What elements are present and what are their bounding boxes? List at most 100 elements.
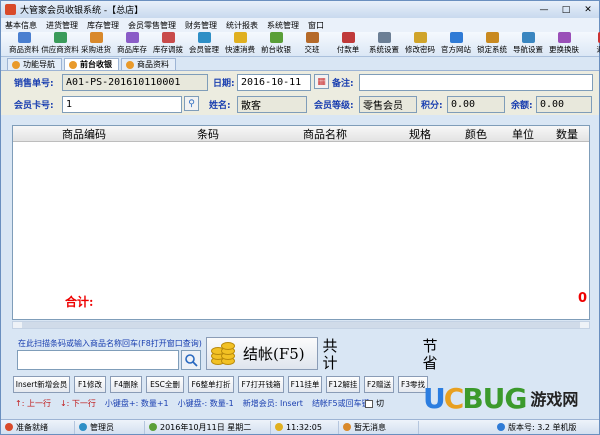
hint-down: ↓: 下一行 bbox=[59, 399, 96, 408]
menu-reports[interactable]: 统计报表 bbox=[226, 20, 258, 31]
checkout-label: 结帐(F5) bbox=[243, 345, 305, 363]
fkey-f11-hold[interactable]: F11挂单 bbox=[288, 376, 322, 393]
calendar-icon[interactable]: ▦ bbox=[314, 74, 329, 89]
toolbar-label: 官方网站 bbox=[441, 45, 471, 54]
menu-purchase[interactable]: 进货管理 bbox=[46, 20, 78, 31]
maximize-icon[interactable]: □ bbox=[555, 3, 577, 17]
function-key-bar: Insert新增会员 F1修改 F4删除 ESC全删 F6整单打折 F7打开钱箱… bbox=[13, 376, 432, 394]
toolbar-button-globe[interactable]: 官方网站 bbox=[439, 32, 473, 55]
grid-header: 商品编码 条码 商品名称 规格 颜色 单位 数量 bbox=[13, 126, 589, 142]
toolbar-button-truck[interactable]: 采购进货 bbox=[79, 32, 113, 55]
fkey-esc-clear[interactable]: ESC全删 bbox=[146, 376, 184, 393]
toolbar-label: 修改密码 bbox=[405, 45, 435, 54]
toolbar-button-nav[interactable]: 导航设置 bbox=[511, 32, 545, 55]
toolbar-button-payment[interactable]: 付款单 bbox=[331, 32, 365, 55]
col-quantity[interactable]: 数量 bbox=[545, 126, 589, 142]
menu-inventory[interactable]: 库存管理 bbox=[87, 20, 119, 31]
fkey-f6-discount[interactable]: F6整单打折 bbox=[188, 376, 234, 393]
menu-finance[interactable]: 财务管理 bbox=[185, 20, 217, 31]
col-product-name[interactable]: 商品名称 bbox=[261, 126, 389, 142]
col-unit[interactable]: 单位 bbox=[501, 126, 545, 142]
fkey-f7-cashbox[interactable]: F7打开钱箱 bbox=[238, 376, 284, 393]
remark-field[interactable] bbox=[359, 73, 593, 91]
watermark-c: C bbox=[443, 381, 465, 415]
tab-function-nav[interactable]: 功能导航 bbox=[7, 58, 62, 70]
tab-front-cashier[interactable]: 前台收银 bbox=[64, 58, 119, 70]
toolbar-label: 快速消费 bbox=[225, 45, 255, 54]
sale-no-label: 销售单号: bbox=[14, 78, 54, 89]
status-ready: 准备就绪 bbox=[16, 422, 48, 432]
col-color[interactable]: 颜色 bbox=[451, 126, 501, 142]
message-icon bbox=[343, 423, 351, 431]
status-message[interactable]: 暂无消息 bbox=[354, 422, 386, 433]
member-search-icon[interactable]: ⚲ bbox=[184, 96, 199, 111]
skin-icon bbox=[557, 32, 571, 43]
card-field[interactable]: 1 bbox=[62, 95, 182, 113]
scan-search-button[interactable] bbox=[181, 350, 201, 370]
tab-label: 商品资料 bbox=[137, 60, 169, 69]
toolbar-button-lock[interactable]: 锁定系统 bbox=[475, 32, 509, 55]
minimize-icon[interactable]: — bbox=[533, 3, 555, 17]
col-product-code[interactable]: 商品编码 bbox=[13, 126, 155, 142]
tab-label: 前台收银 bbox=[80, 60, 112, 69]
toolbar-button-supplier[interactable]: 供应商资料 bbox=[41, 32, 79, 55]
toolbar-button-transfer[interactable]: 库存调拨 bbox=[151, 32, 185, 55]
tab-product-info[interactable]: 商品资料 bbox=[121, 58, 176, 70]
watermark-logo: U C BUG 游戏网 bbox=[423, 381, 595, 415]
fkey-f2-gift[interactable]: F2赠送 bbox=[364, 376, 394, 393]
product-grid[interactable]: 商品编码 条码 商品名称 规格 颜色 单位 数量 合计: 0 bbox=[12, 125, 590, 320]
menu-system[interactable]: 系统管理 bbox=[267, 20, 299, 31]
fkey-f1-edit[interactable]: F1修改 bbox=[74, 376, 106, 393]
fkey-f4-delete[interactable]: F4删除 bbox=[110, 376, 142, 393]
grid-scrollbar[interactable] bbox=[12, 321, 590, 329]
lock-icon bbox=[485, 32, 499, 43]
col-barcode[interactable]: 条码 bbox=[155, 126, 261, 142]
toolbar-button-register[interactable]: 前台收银 bbox=[259, 32, 293, 55]
hint-plus: 小键盘+: 数量+1 bbox=[104, 399, 169, 408]
toolbar-label: 更换换肤 bbox=[549, 45, 579, 54]
checkout-button[interactable]: 结帐(F5) bbox=[206, 337, 318, 370]
tab-label: 功能导航 bbox=[23, 60, 55, 69]
date-label: 日期: bbox=[213, 78, 235, 89]
name-label: 姓名: bbox=[209, 100, 231, 111]
toolbar-button-member[interactable]: 会员管理 bbox=[187, 32, 221, 55]
fkey-insert-member[interactable]: Insert新增会员 bbox=[13, 376, 70, 393]
option-checkbox[interactable]: 切 bbox=[365, 398, 384, 409]
menu-window[interactable]: 窗口 bbox=[308, 20, 324, 31]
toolbar-label: 库存调拨 bbox=[153, 45, 183, 54]
checkbox-box[interactable] bbox=[365, 399, 373, 408]
status-time: 11:32:05 bbox=[286, 422, 322, 432]
col-spec[interactable]: 规格 bbox=[389, 126, 451, 142]
name-field: 散客 bbox=[237, 95, 307, 113]
toolbar-button-lightning[interactable]: 快速消费 bbox=[223, 32, 257, 55]
toolbar-button-handover[interactable]: 交班 bbox=[295, 32, 329, 55]
toolbar-button-gear[interactable]: 系统设置 bbox=[367, 32, 401, 55]
globe-icon bbox=[449, 32, 463, 43]
scroll-thumb[interactable] bbox=[22, 322, 580, 328]
toolbar-button-warehouse[interactable]: 商品库存 bbox=[115, 32, 149, 55]
balance-field: 0.00 bbox=[536, 95, 592, 113]
toolbar-label: 会员管理 bbox=[189, 45, 219, 54]
toolbar-button-exit[interactable]: 退出 bbox=[587, 32, 600, 55]
toolbar-button-skin[interactable]: 更换换肤 bbox=[547, 32, 581, 55]
shortcut-hints: ↑: 上一行 ↓: 下一行 小键盘+: 数量+1 小键盘-: 数量-1 新增会员… bbox=[15, 398, 379, 409]
sale-no-field: A01-PS-201610110001 bbox=[62, 73, 208, 91]
scan-input[interactable] bbox=[17, 350, 179, 370]
date-field[interactable]: 2016-10-11 bbox=[237, 73, 311, 91]
toolbar-button-key[interactable]: 修改密码 bbox=[403, 32, 437, 55]
status-date: 2016年10月11日 星期二 bbox=[160, 422, 252, 432]
toolbar-label: 锁定系统 bbox=[477, 45, 507, 54]
fkey-f12-unhold[interactable]: F12解挂 bbox=[326, 376, 360, 393]
status-user: 管理员 bbox=[90, 422, 114, 432]
hint-insert: 新增会员: Insert bbox=[242, 399, 303, 408]
status-bar: 准备就绪 管理员 2016年10月11日 星期二 11:32:05 暂无消息 版… bbox=[1, 419, 599, 434]
toolbar-button-box[interactable]: 商品资料 bbox=[7, 32, 41, 55]
toolbar-label: 商品资料 bbox=[9, 45, 39, 54]
menu-retail[interactable]: 会员零售管理 bbox=[128, 20, 176, 31]
remark-label: 备注: bbox=[332, 78, 354, 89]
close-icon[interactable]: ✕ bbox=[577, 3, 599, 17]
menu-basic-info[interactable]: 基本信息 bbox=[5, 20, 37, 31]
version-icon bbox=[497, 423, 505, 431]
points-label: 积分: bbox=[421, 100, 443, 111]
key-icon bbox=[413, 32, 427, 43]
